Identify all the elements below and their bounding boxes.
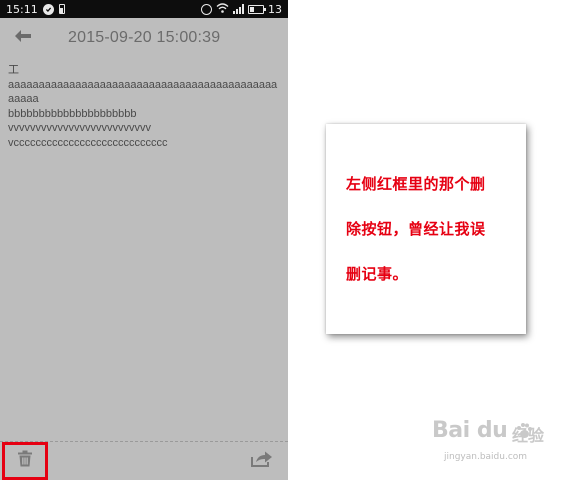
battery-small-icon bbox=[58, 4, 65, 14]
share-icon bbox=[251, 451, 273, 472]
note-line: aaaaaaaaaaaaaaaaaaaaaaaaaaaaaaaaaaaaaaaa… bbox=[8, 78, 278, 106]
battery-icon bbox=[248, 4, 266, 14]
note-line: bbbbbbbbbbbbbbbbbbbbb bbox=[8, 107, 137, 120]
annotation-line: 删记事。 bbox=[346, 265, 409, 283]
annotation-line: 左侧红框里的那个删 bbox=[346, 175, 486, 193]
note-header: 2015-09-20 15:00:39 bbox=[0, 18, 288, 58]
share-button[interactable] bbox=[246, 448, 278, 474]
arrow-left-icon bbox=[13, 29, 33, 48]
signal-icon bbox=[233, 4, 244, 14]
bottom-toolbar bbox=[0, 442, 288, 480]
baidu-jingyan-watermark: Bai du 经验 jingyan.baidu.com bbox=[432, 418, 572, 470]
note-line: vvvvvvvvvvvvvvvvvvvvvvvvvv bbox=[8, 122, 151, 135]
phone-screenshot: 15:11 13 2015-09-20 15:00:39 工 aaaaaaaaa… bbox=[0, 0, 288, 480]
note-line: vcccccccccccccccccccccccccccc bbox=[8, 136, 168, 149]
status-bar: 15:11 13 bbox=[0, 0, 288, 18]
jingyan-brand: 经验 bbox=[512, 426, 545, 445]
battery-level: 13 bbox=[268, 2, 282, 16]
annotation-line: 除按钮，曾经让我误 bbox=[346, 220, 486, 238]
note-timestamp-title: 2015-09-20 15:00:39 bbox=[68, 29, 221, 46]
wifi-icon bbox=[216, 2, 229, 16]
trash-icon bbox=[17, 450, 33, 472]
delete-button[interactable] bbox=[2, 442, 48, 480]
check-circle-icon bbox=[42, 3, 54, 15]
note-line: 工 bbox=[8, 64, 19, 76]
back-button[interactable] bbox=[0, 18, 46, 58]
watermark-url: jingyan.baidu.com bbox=[444, 452, 528, 462]
status-time: 15:11 bbox=[6, 2, 38, 16]
alarm-icon bbox=[201, 3, 212, 15]
note-content[interactable]: 工 aaaaaaaaaaaaaaaaaaaaaaaaaaaaaaaaaaaaaa… bbox=[8, 63, 282, 151]
annotation-card: 左侧红框里的那个删 除按钮，曾经让我误 删记事。 bbox=[326, 124, 526, 334]
baidu-logo-text: Bai du bbox=[432, 418, 508, 443]
